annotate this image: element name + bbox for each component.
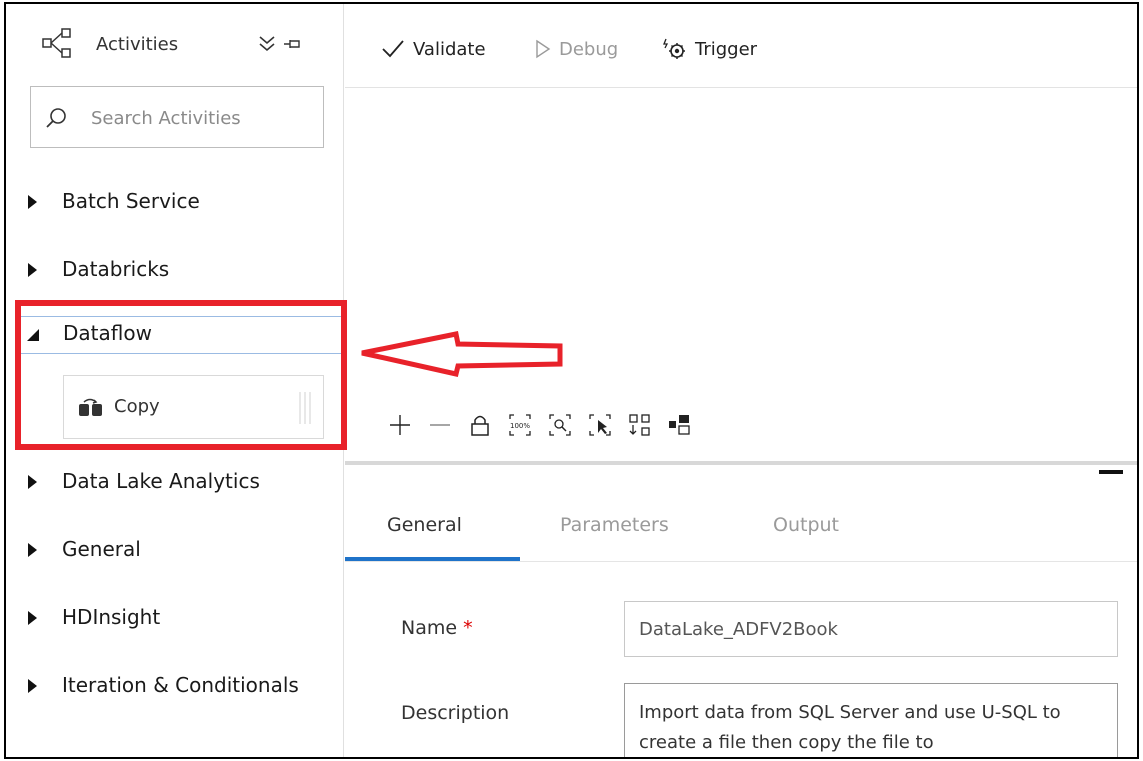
annotation-arrow-icon	[361, 331, 563, 377]
name-label: Name *	[401, 617, 473, 639]
collapse-all-icon[interactable]	[256, 34, 278, 54]
category-general[interactable]: General	[6, 528, 344, 574]
zoom-to-fit-icon[interactable]	[547, 412, 573, 438]
sidebar-header: Activities	[6, 4, 344, 90]
category-data-lake-analytics[interactable]: Data Lake Analytics	[6, 460, 344, 506]
tab-output[interactable]: Output	[773, 514, 839, 536]
category-label: Databricks	[62, 257, 170, 281]
lock-icon[interactable]	[467, 412, 493, 438]
activities-sidebar: Activities Batch Service Databricks	[6, 4, 344, 757]
category-hdinsight[interactable]: HDInsight	[6, 596, 344, 642]
active-tab-indicator	[345, 557, 520, 561]
layout-icon[interactable]	[667, 412, 693, 438]
category-dataflow[interactable]: Dataflow	[20, 316, 344, 354]
trigger-label: Trigger	[695, 38, 758, 60]
collapse-arrow-icon	[27, 329, 39, 341]
category-label: Dataflow	[63, 321, 152, 345]
category-batch-service[interactable]: Batch Service	[6, 180, 344, 226]
tab-general[interactable]: General	[387, 514, 462, 536]
name-field[interactable]	[624, 601, 1118, 657]
properties-tabs: General Parameters Output	[345, 500, 1137, 562]
required-marker: *	[463, 617, 473, 639]
search-input[interactable]	[91, 103, 311, 133]
panel-splitter[interactable]	[345, 461, 1137, 465]
canvas-toolbar: 100%	[387, 409, 693, 441]
description-label: Description	[401, 702, 510, 724]
trigger-icon	[663, 38, 685, 59]
category-databricks[interactable]: Databricks	[6, 248, 344, 294]
expand-arrow-icon	[28, 679, 37, 693]
auto-align-icon[interactable]	[627, 412, 653, 438]
trigger-button[interactable]: Trigger	[663, 34, 757, 64]
expand-arrow-icon	[28, 475, 37, 489]
pin-icon[interactable]	[282, 34, 302, 54]
drag-handle-icon[interactable]	[297, 390, 313, 426]
activity-label: Copy	[114, 396, 160, 417]
expand-arrow-icon	[28, 195, 37, 209]
expand-arrow-icon	[28, 543, 37, 557]
search-icon	[46, 108, 66, 128]
zoom-out-icon[interactable]	[427, 412, 453, 438]
category-label: HDInsight	[62, 605, 161, 629]
pipeline-canvas[interactable]: 100%	[345, 89, 1137, 461]
sidebar-title: Activities	[96, 34, 179, 55]
category-label: Batch Service	[62, 189, 200, 213]
validate-label: Validate	[413, 38, 486, 60]
copy-activity-icon	[79, 398, 102, 416]
pipeline-icon	[42, 28, 71, 58]
zoom-100-icon[interactable]: 100%	[507, 412, 533, 438]
debug-button[interactable]: Debug	[535, 34, 618, 64]
category-label: Iteration & Conditionals	[62, 673, 299, 697]
category-iteration-conditionals[interactable]: Iteration & Conditionals	[6, 664, 344, 710]
category-label: Data Lake Analytics	[62, 469, 260, 493]
minimize-panel-icon[interactable]	[1099, 470, 1123, 474]
validate-check-icon	[382, 40, 404, 58]
toolbar: Validate Debug Trigger	[345, 4, 1137, 88]
search-box[interactable]	[30, 86, 324, 148]
description-field[interactable]: Import data from SQL Server and use U-SQ…	[624, 683, 1118, 757]
category-label: General	[62, 537, 141, 561]
pipeline-editor: Validate Debug Trigger 100% General Para…	[345, 4, 1137, 757]
expand-arrow-icon	[28, 263, 37, 277]
app-window: Activities Batch Service Databricks	[4, 2, 1139, 759]
tab-parameters[interactable]: Parameters	[560, 514, 669, 536]
validate-button[interactable]: Validate	[381, 34, 486, 64]
expand-arrow-icon	[28, 611, 37, 625]
svg-text:100%: 100%	[510, 422, 530, 430]
debug-label: Debug	[559, 38, 619, 60]
debug-play-icon	[536, 39, 551, 59]
zoom-in-icon[interactable]	[387, 412, 413, 438]
name-label-text: Name	[401, 617, 458, 639]
activity-copy[interactable]: Copy	[63, 375, 324, 439]
multi-select-icon[interactable]	[587, 412, 613, 438]
